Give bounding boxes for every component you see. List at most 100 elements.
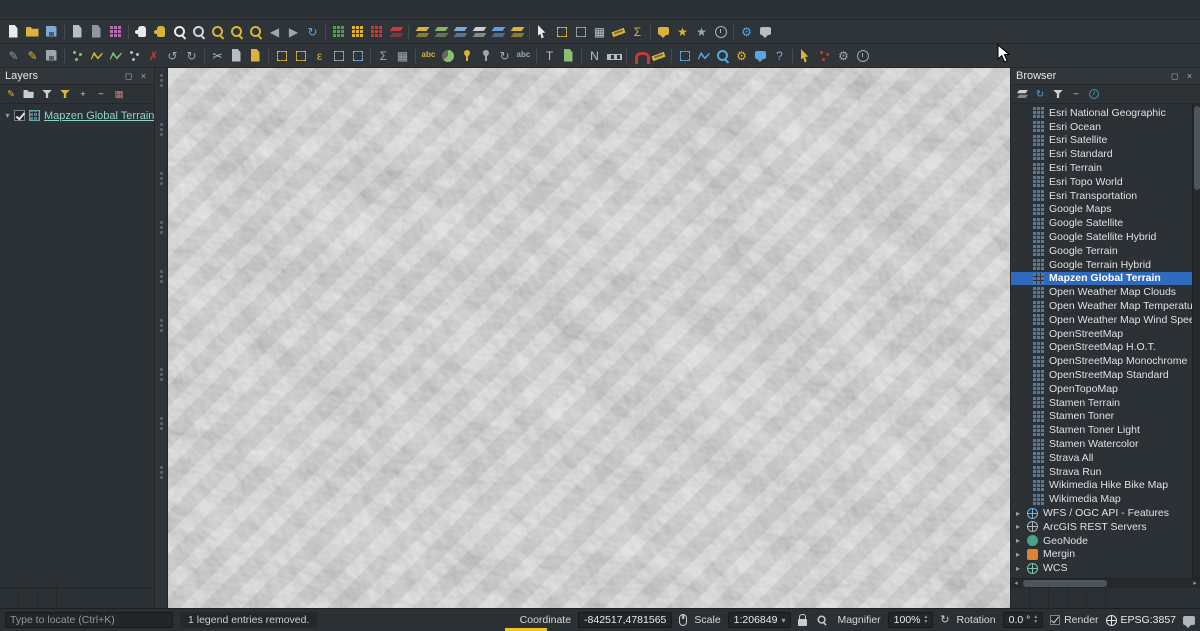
- zoom-last-icon[interactable]: ◀: [265, 22, 284, 42]
- history-icon[interactable]: [853, 46, 872, 66]
- select-features-icon[interactable]: [552, 22, 571, 42]
- invert-selection-icon[interactable]: [348, 46, 367, 66]
- style-manager-icon[interactable]: [106, 22, 125, 42]
- metasearch-icon[interactable]: [713, 46, 732, 66]
- show-bookmarks-icon[interactable]: ★: [692, 22, 711, 42]
- vertical-scrollbar[interactable]: [1192, 104, 1200, 578]
- browser-item[interactable]: Esri National Geographic: [1011, 106, 1192, 120]
- tab-log[interactable]: [1049, 588, 1068, 608]
- model-designer-icon[interactable]: ⚙: [834, 46, 853, 66]
- filter-browser-icon[interactable]: [1049, 86, 1066, 102]
- menu-layer[interactable]: [40, 8, 52, 12]
- select-within-distance-icon[interactable]: [675, 46, 694, 66]
- attribute-table-icon[interactable]: ▦: [393, 46, 412, 66]
- layer-diagram-icon[interactable]: [438, 46, 457, 66]
- add-point-feature-icon[interactable]: [68, 46, 87, 66]
- delete-selected-icon[interactable]: ✗: [144, 46, 163, 66]
- browser-item[interactable]: Stamen Terrain: [1011, 396, 1192, 410]
- browser-item[interactable]: Esri Terrain: [1011, 161, 1192, 175]
- change-label-icon[interactable]: [514, 46, 533, 66]
- locate-input[interactable]: [10, 614, 168, 626]
- field-calculator-icon[interactable]: Σ: [374, 46, 393, 66]
- cut-features-icon[interactable]: ✂: [208, 46, 227, 66]
- new-shapefile-layer-icon[interactable]: [348, 22, 367, 42]
- new-bookmark-icon[interactable]: ★: [673, 22, 692, 42]
- browser-item[interactable]: Open Weather Map Temperature: [1011, 299, 1192, 313]
- new-project-icon[interactable]: [4, 22, 23, 42]
- help-contents-icon[interactable]: ?: [770, 46, 789, 66]
- spinner-arrows-icon[interactable]: ▴▾: [925, 615, 928, 625]
- expand-arrow-icon[interactable]: [1016, 522, 1027, 531]
- select-by-polygon-icon[interactable]: [291, 46, 310, 66]
- expand-all-icon[interactable]: +: [74, 86, 91, 102]
- layer-labeling-icon[interactable]: [419, 46, 438, 66]
- temporal-controller-icon[interactable]: [711, 22, 730, 42]
- coordinate-input[interactable]: -842517,4781565: [578, 612, 672, 628]
- deselect-features-icon[interactable]: [571, 22, 590, 42]
- measure-line-icon[interactable]: [609, 22, 628, 42]
- stream-digitizing-icon[interactable]: [694, 46, 713, 66]
- browser-item[interactable]: Google Terrain Hybrid: [1011, 258, 1192, 272]
- horizontal-scrollbar[interactable]: [1011, 578, 1200, 587]
- identify-features-icon[interactable]: [533, 22, 552, 42]
- browser-item[interactable]: Strava Run: [1011, 465, 1192, 479]
- browser-item[interactable]: OpenStreetMap: [1011, 327, 1192, 341]
- add-wms-layer-icon[interactable]: [507, 22, 526, 42]
- checkbox-icon[interactable]: [1050, 615, 1060, 625]
- layout-manager-icon[interactable]: [87, 22, 106, 42]
- add-polygon-feature-icon[interactable]: [106, 46, 125, 66]
- vertical-scrollbar-thumb[interactable]: [1194, 106, 1200, 190]
- zoom-in-icon[interactable]: [170, 22, 189, 42]
- add-group-icon[interactable]: [20, 86, 37, 102]
- toggle-editing-icon[interactable]: ✎: [23, 46, 42, 66]
- snapping-toggle-icon[interactable]: [630, 46, 649, 66]
- browser-item[interactable]: Esri Topo World: [1011, 175, 1192, 189]
- browser-item[interactable]: Google Terrain: [1011, 244, 1192, 258]
- browser-item[interactable]: Stamen Toner: [1011, 410, 1192, 424]
- paste-features-icon[interactable]: [246, 46, 265, 66]
- browser-item[interactable]: OpenStreetMap Standard: [1011, 368, 1192, 382]
- log-messages-icon[interactable]: [756, 22, 775, 42]
- browser-item[interactable]: Google Maps: [1011, 203, 1192, 217]
- browser-item-mergin[interactable]: Mergin: [1011, 548, 1192, 562]
- browser-item[interactable]: Google Satellite: [1011, 216, 1192, 230]
- scroll-right-icon[interactable]: [1190, 579, 1200, 588]
- add-delimited-text-layer-icon[interactable]: [469, 22, 488, 42]
- undock-icon[interactable]: [1169, 71, 1180, 82]
- menu-view[interactable]: [28, 8, 40, 12]
- add-postgis-layer-icon[interactable]: [488, 22, 507, 42]
- remove-layer-icon[interactable]: ▦: [110, 86, 127, 102]
- rotation-spinbox[interactable]: 0.0 °▴▾: [1003, 612, 1043, 628]
- new-virtual-layer-icon[interactable]: [367, 22, 386, 42]
- close-icon[interactable]: [138, 71, 149, 82]
- expand-arrow-icon[interactable]: [1016, 550, 1027, 559]
- statistical-summary-icon[interactable]: Σ: [628, 22, 647, 42]
- browser-item[interactable]: Stamen Toner Light: [1011, 423, 1192, 437]
- menu-edit[interactable]: [16, 8, 28, 12]
- select-by-expression-icon[interactable]: ε: [310, 46, 329, 66]
- form-annotation-icon[interactable]: [559, 46, 578, 66]
- refresh-browser-icon[interactable]: ↻: [1031, 86, 1048, 102]
- scale-combo[interactable]: 1:206849▾: [728, 612, 792, 628]
- redo-icon[interactable]: ↻: [182, 46, 201, 66]
- data-source-manager-icon[interactable]: [386, 22, 405, 42]
- new-print-layout-icon[interactable]: [68, 22, 87, 42]
- collapse-all-icon[interactable]: −: [92, 86, 109, 102]
- current-edits-icon[interactable]: ✎: [4, 46, 23, 66]
- horizontal-scrollbar-thumb[interactable]: [1023, 580, 1107, 587]
- spinner-arrows-icon[interactable]: ▴▾: [1034, 615, 1037, 625]
- extents-toggle-icon[interactable]: [679, 614, 687, 626]
- browser-item[interactable]: Esri Standard: [1011, 147, 1192, 161]
- expand-arrow-icon[interactable]: [1016, 536, 1027, 545]
- tab-processing[interactable]: [1030, 588, 1049, 608]
- browser-item[interactable]: Esri Transportation: [1011, 189, 1192, 203]
- layer-visibility-checkbox[interactable]: [14, 110, 25, 121]
- pan-map-icon[interactable]: [132, 22, 151, 42]
- browser-item-wcs[interactable]: WCS: [1011, 561, 1192, 575]
- close-icon[interactable]: [1184, 71, 1195, 82]
- new-geopackage-layer-icon[interactable]: [329, 22, 348, 42]
- save-project-icon[interactable]: [42, 22, 61, 42]
- crs-button[interactable]: EPSG:3857: [1106, 614, 1176, 626]
- messages-icon[interactable]: [1183, 616, 1195, 625]
- pan-to-selection-icon[interactable]: [151, 22, 170, 42]
